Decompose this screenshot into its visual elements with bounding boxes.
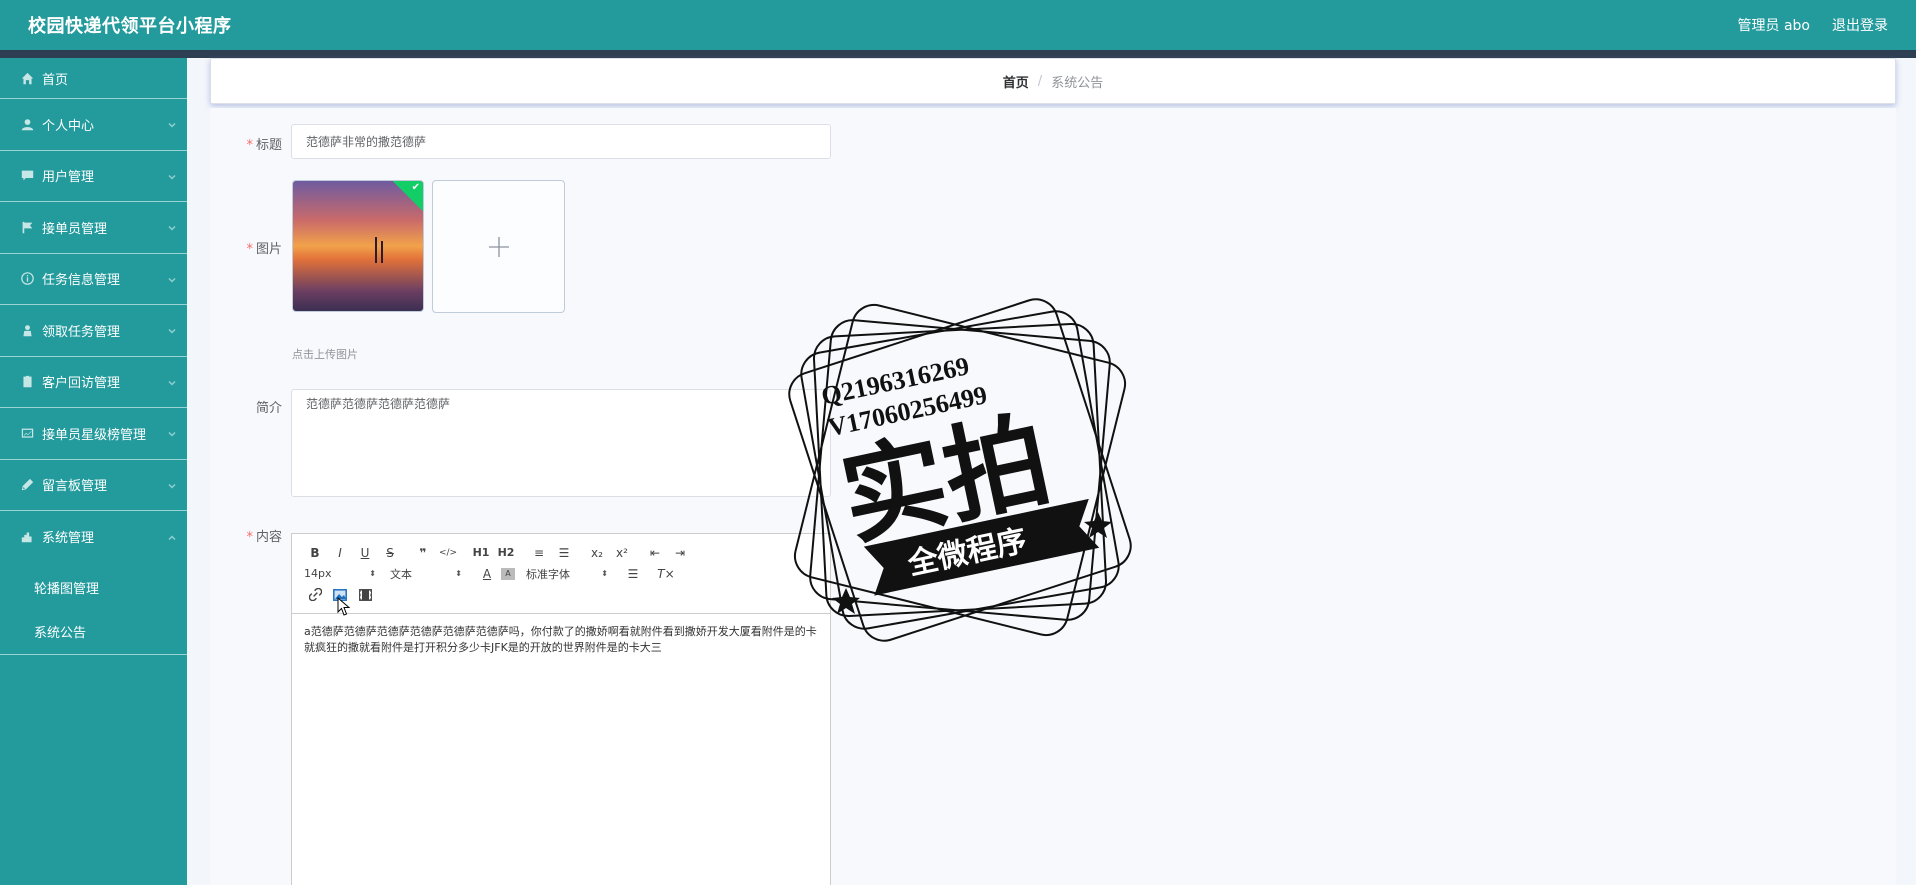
logout-button[interactable]: 退出登录: [1832, 15, 1888, 35]
chat-icon: [20, 169, 34, 183]
chevron-down-icon: [167, 428, 177, 438]
font-color-icon[interactable]: A: [476, 565, 498, 583]
blockquote-button[interactable]: ❞: [412, 544, 434, 562]
pen-icon: [20, 478, 34, 492]
superscript-button[interactable]: x²: [611, 544, 633, 562]
sidebar-item-label: 接单员管理: [42, 221, 108, 237]
sidebar-item-announcement[interactable]: 系统公告: [0, 610, 187, 655]
sidebar-item-profile[interactable]: 个人中心: [0, 99, 187, 151]
chevron-down-icon: [167, 171, 177, 181]
clipboard-icon: [20, 375, 34, 389]
outdent-button[interactable]: ⇤: [644, 544, 666, 562]
chevron-down-icon: [167, 377, 177, 387]
info-icon: [20, 272, 34, 286]
sidebar-item-label: 领取任务管理: [42, 324, 121, 340]
sidebar-item-users[interactable]: 用户管理: [0, 151, 187, 202]
sidebar-item-couriers[interactable]: 接单员管理: [0, 202, 187, 254]
chevron-down-icon: [167, 325, 177, 335]
chevron-down-icon: [167, 119, 177, 129]
watermark-stamp: Q2196316269 V17060256499 实拍 全微程序: [788, 298, 1132, 642]
sidebar-item-home[interactable]: 首页: [0, 58, 187, 99]
chevron-down-icon: [167, 222, 177, 232]
header-divider: [0, 50, 1916, 58]
header-actions: 管理员 abo 退出登录: [1738, 15, 1888, 35]
underline-button[interactable]: U: [354, 544, 376, 562]
sidebar-item-label: 首页: [42, 72, 69, 88]
header1-button[interactable]: H1: [470, 544, 492, 562]
align-left-icon[interactable]: ☰: [622, 565, 644, 583]
upload-tip: 点击上传图片: [292, 348, 358, 361]
sidebar-item-claim-task[interactable]: 领取任务管理: [0, 305, 187, 357]
top-header: 校园快递代领平台小程序 管理员 abo 退出登录: [0, 0, 1916, 50]
mouse-cursor-icon: [337, 597, 351, 616]
video-insert-icon[interactable]: [354, 586, 376, 604]
header2-button[interactable]: H2: [495, 544, 517, 562]
system-submenu: 轮播图管理 系统公告: [0, 563, 187, 655]
font-family-select[interactable]: 标准字体 ⬍: [526, 565, 608, 583]
chevron-down-icon: [167, 274, 177, 284]
sidebar-item-label: 个人中心: [42, 118, 95, 134]
clear-format-icon[interactable]: T×: [655, 565, 677, 583]
cog-icon: [20, 530, 34, 544]
sidebar-item-message-board[interactable]: 留言板管理: [0, 460, 187, 511]
sidebar-item-label: 用户管理: [42, 170, 95, 186]
flag-icon: [20, 220, 34, 234]
image-upload-button[interactable]: [432, 180, 565, 313]
summary-label: 简介: [255, 401, 282, 416]
background-color-icon[interactable]: A: [501, 567, 515, 580]
title-label: * 标题: [246, 138, 282, 153]
star-icon: [832, 588, 860, 614]
font-size-select[interactable]: 14px ⬍: [304, 565, 376, 583]
sidebar: 首页 个人中心 用户管理 接单员管理 任务信息管理 领取任务管理 客户回访管理 …: [0, 58, 187, 885]
breadcrumb-current: 系统公告: [1051, 75, 1104, 91]
indent-button[interactable]: ⇥: [669, 544, 691, 562]
plus-icon: [488, 236, 509, 257]
ordered-list-button[interactable]: ≡: [528, 544, 550, 562]
sidebar-item-customer-visit[interactable]: 客户回访管理: [0, 357, 187, 408]
chevron-down-icon: [167, 480, 177, 490]
italic-button[interactable]: I: [329, 544, 351, 562]
bullet-list-button[interactable]: ☰: [553, 544, 575, 562]
sidebar-item-carousel[interactable]: 轮播图管理: [0, 565, 187, 610]
breadcrumb-separator: /: [1037, 73, 1043, 89]
check-icon: ✔: [411, 182, 420, 193]
image-tree-shape: [381, 241, 383, 263]
user-icon: [20, 117, 34, 131]
sidebar-item-label: 系统管理: [42, 531, 95, 547]
chart-icon: [20, 426, 34, 440]
image-label: * 图片: [246, 242, 282, 257]
text-type-select[interactable]: 文本 ⬍: [390, 565, 462, 583]
sidebar-item-label: 接单员星级榜管理: [42, 427, 147, 443]
subscript-button[interactable]: x₂: [586, 544, 608, 562]
chevron-up-icon: [167, 532, 177, 542]
sidebar-item-task-info[interactable]: 任务信息管理: [0, 254, 187, 305]
title-input[interactable]: 范德萨非常的撒范德萨: [291, 124, 831, 159]
home-icon: [20, 71, 34, 85]
breadcrumb-home[interactable]: 首页: [1003, 72, 1029, 91]
sidebar-item-label: 客户回访管理: [42, 376, 121, 392]
person-icon: [20, 323, 34, 337]
sidebar-item-label: 留言板管理: [42, 479, 108, 495]
code-block-button[interactable]: </>: [437, 544, 459, 562]
uploaded-image-thumbnail[interactable]: ✔: [292, 180, 424, 312]
strikethrough-button[interactable]: S: [379, 544, 401, 562]
content-label: * 内容: [246, 530, 282, 545]
link-icon[interactable]: [304, 586, 326, 604]
sidebar-item-label: 任务信息管理: [42, 273, 121, 289]
image-tree-shape: [375, 237, 377, 263]
bold-button[interactable]: B: [304, 544, 326, 562]
app-title: 校园快递代领平台小程序: [28, 16, 232, 37]
sidebar-item-courier-rating[interactable]: 接单员星级榜管理: [0, 408, 187, 460]
sidebar-item-system[interactable]: 系统管理: [0, 511, 187, 563]
admin-user-label[interactable]: 管理员 abo: [1738, 15, 1810, 35]
breadcrumb: 首页 / 系统公告: [210, 58, 1896, 104]
